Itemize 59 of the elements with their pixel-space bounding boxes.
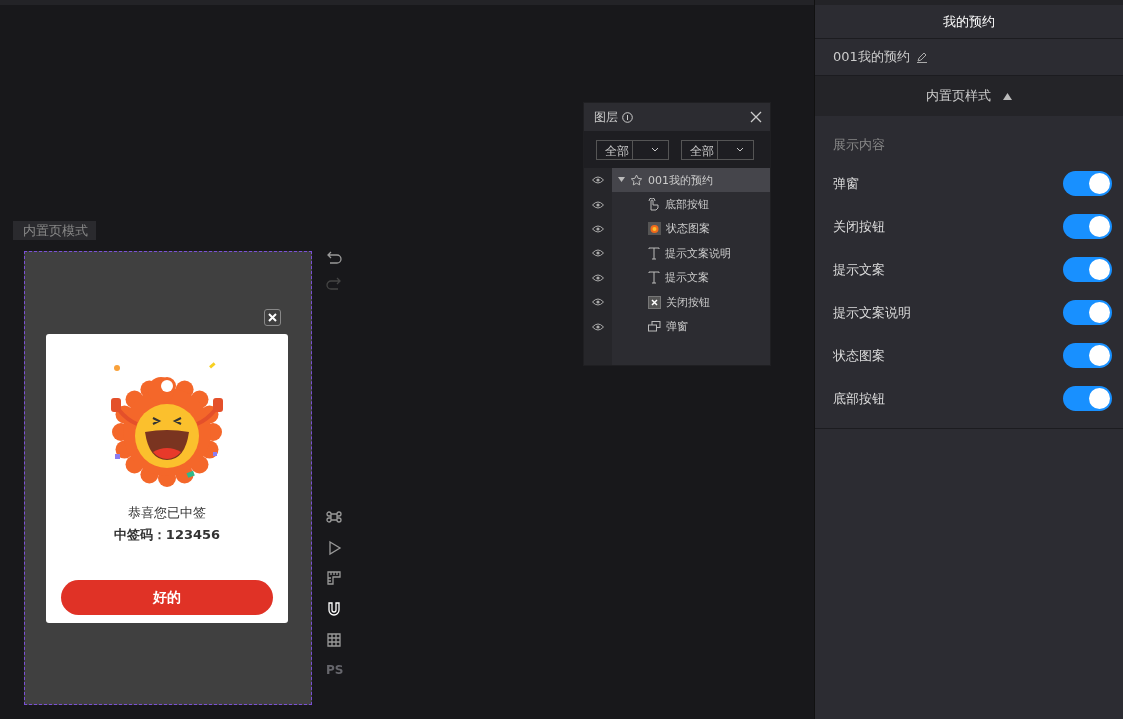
ok-button[interactable]: 好的 [61, 580, 273, 615]
chevron-down-icon [650, 147, 659, 152]
ruler-icon[interactable] [326, 570, 342, 586]
toggle-label: 状态图案 [833, 346, 885, 365]
layer-item[interactable]: 底部按钮 [612, 192, 770, 217]
text-t-icon [648, 246, 660, 260]
expand-caret-icon[interactable] [618, 177, 625, 184]
layer-item[interactable]: 001我的预约 [612, 168, 770, 193]
layer-item[interactable]: 提示文案说明 [612, 241, 770, 266]
undo-icon[interactable] [326, 250, 342, 266]
pencil-icon[interactable] [915, 51, 928, 63]
play-icon[interactable] [326, 540, 342, 556]
close-icon [268, 313, 277, 322]
eye-icon[interactable] [592, 249, 604, 258]
eye-icon[interactable] [592, 176, 604, 185]
eye-icon[interactable] [592, 273, 604, 282]
filter-dropdown[interactable]: 全部 [596, 139, 669, 160]
layer-item[interactable]: 弹窗 [612, 314, 770, 339]
toggle-label: 关闭按钮 [833, 217, 885, 236]
winning-code: 中签码：123456 [113, 526, 221, 544]
eye-icon[interactable] [592, 322, 604, 331]
filter-dropdown[interactable]: 全部 [681, 139, 754, 160]
layers-title: 图层 [594, 108, 618, 126]
magnet-icon[interactable] [326, 601, 342, 617]
page-name: 001我的预约 [833, 48, 910, 66]
toggle-label: 提示文案说明 [833, 303, 911, 322]
popup-title: 恭喜您已中签 [128, 504, 206, 522]
panel-title: 我的预约 [815, 0, 1123, 39]
eye-icon[interactable] [592, 224, 604, 233]
layer-item[interactable]: 状态图案 [612, 216, 770, 242]
component-icon [630, 174, 643, 187]
toggle-switch[interactable] [1063, 343, 1112, 368]
image-thumbnail-icon [648, 222, 661, 236]
toggle-label: 底部按钮 [833, 389, 885, 408]
window-stack-icon [648, 321, 661, 333]
info-icon[interactable] [622, 111, 633, 123]
toggle-label: 弹窗 [833, 174, 859, 193]
grid-icon[interactable] [326, 632, 342, 648]
mode-tab[interactable]: 内置页模式 [13, 221, 96, 240]
triangle-up-icon [1003, 92, 1012, 100]
toggle-label: 提示文案 [833, 260, 885, 279]
command-key-icon[interactable] [326, 509, 342, 525]
close-icon[interactable] [750, 111, 762, 123]
layer-item[interactable]: 关闭按钮 [612, 289, 770, 315]
text-t-icon [648, 271, 660, 285]
toggle-switch[interactable] [1063, 214, 1112, 239]
toggle-switch[interactable] [1063, 171, 1112, 196]
layer-item[interactable]: 提示文案 [612, 265, 770, 290]
popup-close-button[interactable] [264, 309, 281, 326]
eye-icon[interactable] [592, 298, 604, 307]
hand-pointer-icon [648, 198, 660, 212]
chevron-down-icon [735, 147, 744, 152]
toggle-switch[interactable] [1063, 257, 1112, 282]
eye-icon[interactable] [592, 200, 604, 209]
close-thumbnail-icon [648, 295, 661, 309]
toggle-switch[interactable] [1063, 300, 1112, 325]
section-header[interactable]: 内置页样式 [815, 76, 1123, 116]
group-label: 展示内容 [832, 136, 886, 154]
toggle-switch[interactable] [1063, 386, 1112, 411]
